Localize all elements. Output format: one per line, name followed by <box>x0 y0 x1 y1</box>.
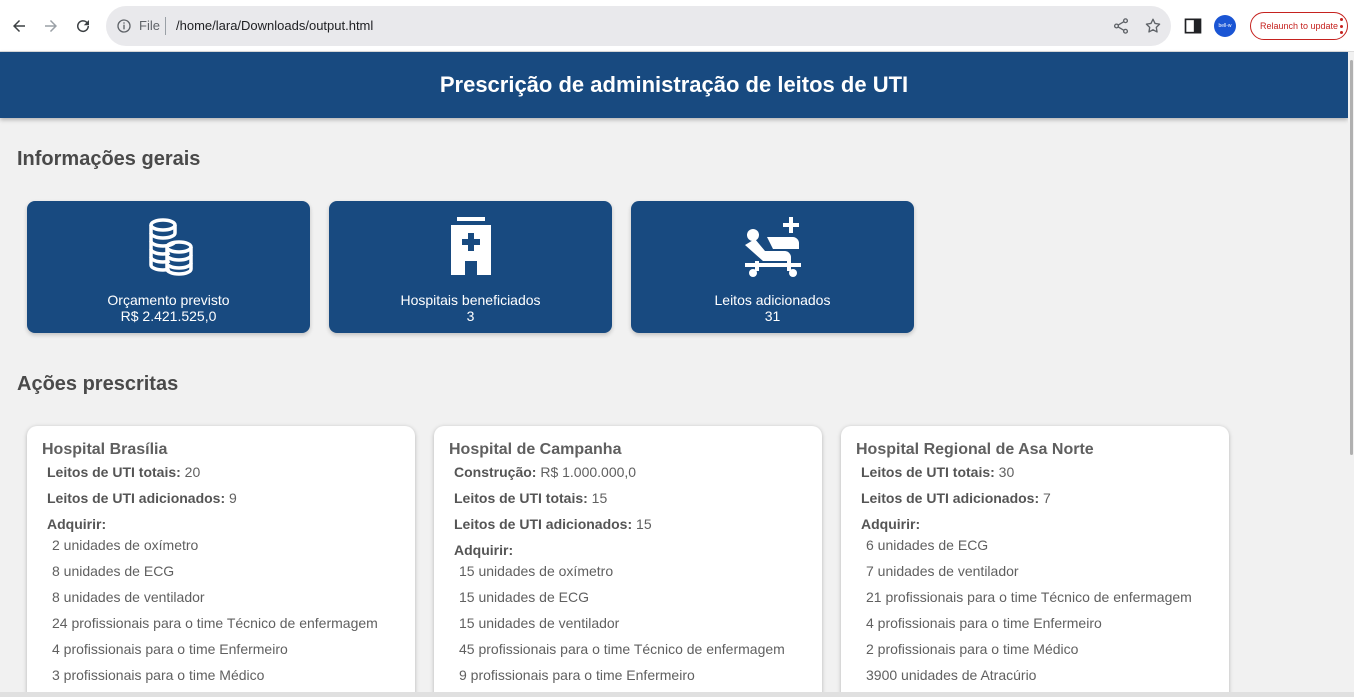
row-label: Leitos de UTI totais: <box>454 490 588 506</box>
hospital-icon <box>450 217 491 275</box>
url-text[interactable]: /home/lara/Downloads/output.html <box>176 18 373 33</box>
info-icon[interactable] <box>116 18 132 34</box>
row-value: 9 <box>225 490 237 506</box>
hospital-name: Hospital Regional de Asa Norte <box>856 441 1094 458</box>
hospital-card-campanha: Hospital de Campanha Construção: R$ 1.00… <box>434 426 822 697</box>
scrollbar-thumb[interactable] <box>1350 60 1353 455</box>
forward-button[interactable] <box>39 14 63 38</box>
share-icon[interactable] <box>1112 17 1130 35</box>
added-beds-row: Leitos de UTI adicionados: 9 <box>47 490 237 506</box>
kebab-menu-icon[interactable] <box>1339 18 1343 34</box>
reload-icon <box>77 20 90 33</box>
acquire-label: Adquirir: <box>47 516 106 532</box>
total-beds-row: Leitos de UTI totais: 30 <box>861 464 1014 480</box>
budget-label: Orçamento previsto <box>107 292 230 308</box>
list-item: 4 profissionais para o time Enfermeiro <box>52 641 288 657</box>
acquire-label: Adquirir: <box>454 542 513 558</box>
hospital-card-brasilia: Hospital Brasília Leitos de UTI totais: … <box>27 426 415 697</box>
total-beds-row: Leitos de UTI totais: 20 <box>47 464 200 480</box>
row-value: 30 <box>994 464 1015 480</box>
relaunch-button[interactable]: Relaunch to update <box>1250 12 1348 40</box>
arrow-right-icon <box>45 20 57 32</box>
back-button[interactable] <box>7 14 31 38</box>
construction-row: Construção: R$ 1.000.000,0 <box>454 464 636 480</box>
list-item: 45 profissionais para o time Técnico de … <box>459 641 785 657</box>
list-item: 24 profissionais para o time Técnico de … <box>52 615 378 631</box>
list-item: 9 profissionais para o time Enfermeiro <box>459 667 695 683</box>
total-beds-row: Leitos de UTI totais: 15 <box>454 490 607 506</box>
hospitals-card: Hospitais beneficiados 3 <box>329 201 612 333</box>
beds-label: Leitos adicionados <box>714 292 831 308</box>
list-item: 2 unidades de oxímetro <box>52 537 199 553</box>
bookmark-star-icon[interactable] <box>1144 17 1162 35</box>
list-item: 3 profissionais para o time Médico <box>52 667 265 683</box>
row-value: 15 <box>632 516 652 532</box>
row-value: 15 <box>587 490 608 506</box>
relaunch-label: Relaunch to update <box>1260 21 1339 31</box>
acquire-label: Adquirir: <box>861 516 920 532</box>
added-beds-row: Leitos de UTI adicionados: 7 <box>861 490 1051 506</box>
list-item: 6 unidades de ECG <box>866 537 989 553</box>
acquire-label-text: Adquirir: <box>454 542 514 558</box>
page-header: Prescrição de administração de leitos de… <box>0 52 1348 118</box>
list-item: 2 profissionais para o time Médico <box>866 641 1079 657</box>
list-item: 8 unidades de ECG <box>52 563 175 579</box>
general-info-heading: Informações gerais <box>17 148 201 170</box>
omnibox-divider <box>165 17 166 35</box>
row-label: Leitos de UTI totais: <box>47 464 181 480</box>
horizontal-scrollbar[interactable] <box>0 692 1354 697</box>
row-value: 7 <box>1039 490 1051 506</box>
beds-value: 31 <box>764 308 781 324</box>
acquire-label-text: Adquirir: <box>861 516 921 532</box>
list-item: 15 unidades de ventilador <box>459 615 620 631</box>
hospital-card-asa-norte: Hospital Regional de Asa Norte Leitos de… <box>841 426 1229 697</box>
acquire-label-text: Adquirir: <box>47 516 107 532</box>
budget-card: Orçamento previsto R$ 2.421.525,0 <box>27 201 310 333</box>
budget-value: R$ 2.421.525,0 <box>120 308 217 324</box>
hospitals-label: Hospitais beneficiados <box>400 292 541 308</box>
file-scheme-label: File <box>139 18 160 33</box>
list-item: 15 unidades de oxímetro <box>459 563 614 579</box>
added-beds-row: Leitos de UTI adicionados: 15 <box>454 516 652 532</box>
page-title: Prescrição de administração de leitos de… <box>439 72 909 97</box>
hospital-name: Hospital Brasília <box>42 441 168 458</box>
row-value: 20 <box>180 464 201 480</box>
list-item: 4 profissionais para o time Enfermeiro <box>866 615 1102 631</box>
list-item: 8 unidades de ventilador <box>52 589 205 605</box>
reload-button[interactable] <box>71 14 95 38</box>
hospitals-value: 3 <box>466 308 475 324</box>
profile-avatar[interactable]: bell-w <box>1214 15 1236 37</box>
arrow-left-icon <box>13 20 25 32</box>
browser-toolbar: File /home/lara/Downloads/output.html be… <box>0 0 1354 52</box>
beds-card: Leitos adicionados 31 <box>631 201 914 333</box>
hospital-bed-icon <box>744 217 801 277</box>
row-label: Construção: <box>454 464 537 480</box>
list-item: 3900 unidades de Atracúrio <box>866 667 1037 683</box>
address-bar[interactable]: File /home/lara/Downloads/output.html <box>106 6 1171 46</box>
row-label: Leitos de UTI totais: <box>861 464 995 480</box>
list-item: 21 profissionais para o time Técnico de … <box>866 589 1192 605</box>
side-panel-icon[interactable] <box>1183 16 1203 36</box>
row-label: Leitos de UTI adicionados: <box>454 516 633 532</box>
row-label: Leitos de UTI adicionados: <box>861 490 1040 506</box>
coins-icon <box>148 218 193 276</box>
actions-heading: Ações prescritas <box>17 373 179 395</box>
row-value: R$ 1.000.000,0 <box>536 464 637 480</box>
list-item: 7 unidades de ventilador <box>866 563 1019 579</box>
row-label: Leitos de UTI adicionados: <box>47 490 226 506</box>
hospital-name: Hospital de Campanha <box>449 441 622 458</box>
list-item: 15 unidades de ECG <box>459 589 589 605</box>
